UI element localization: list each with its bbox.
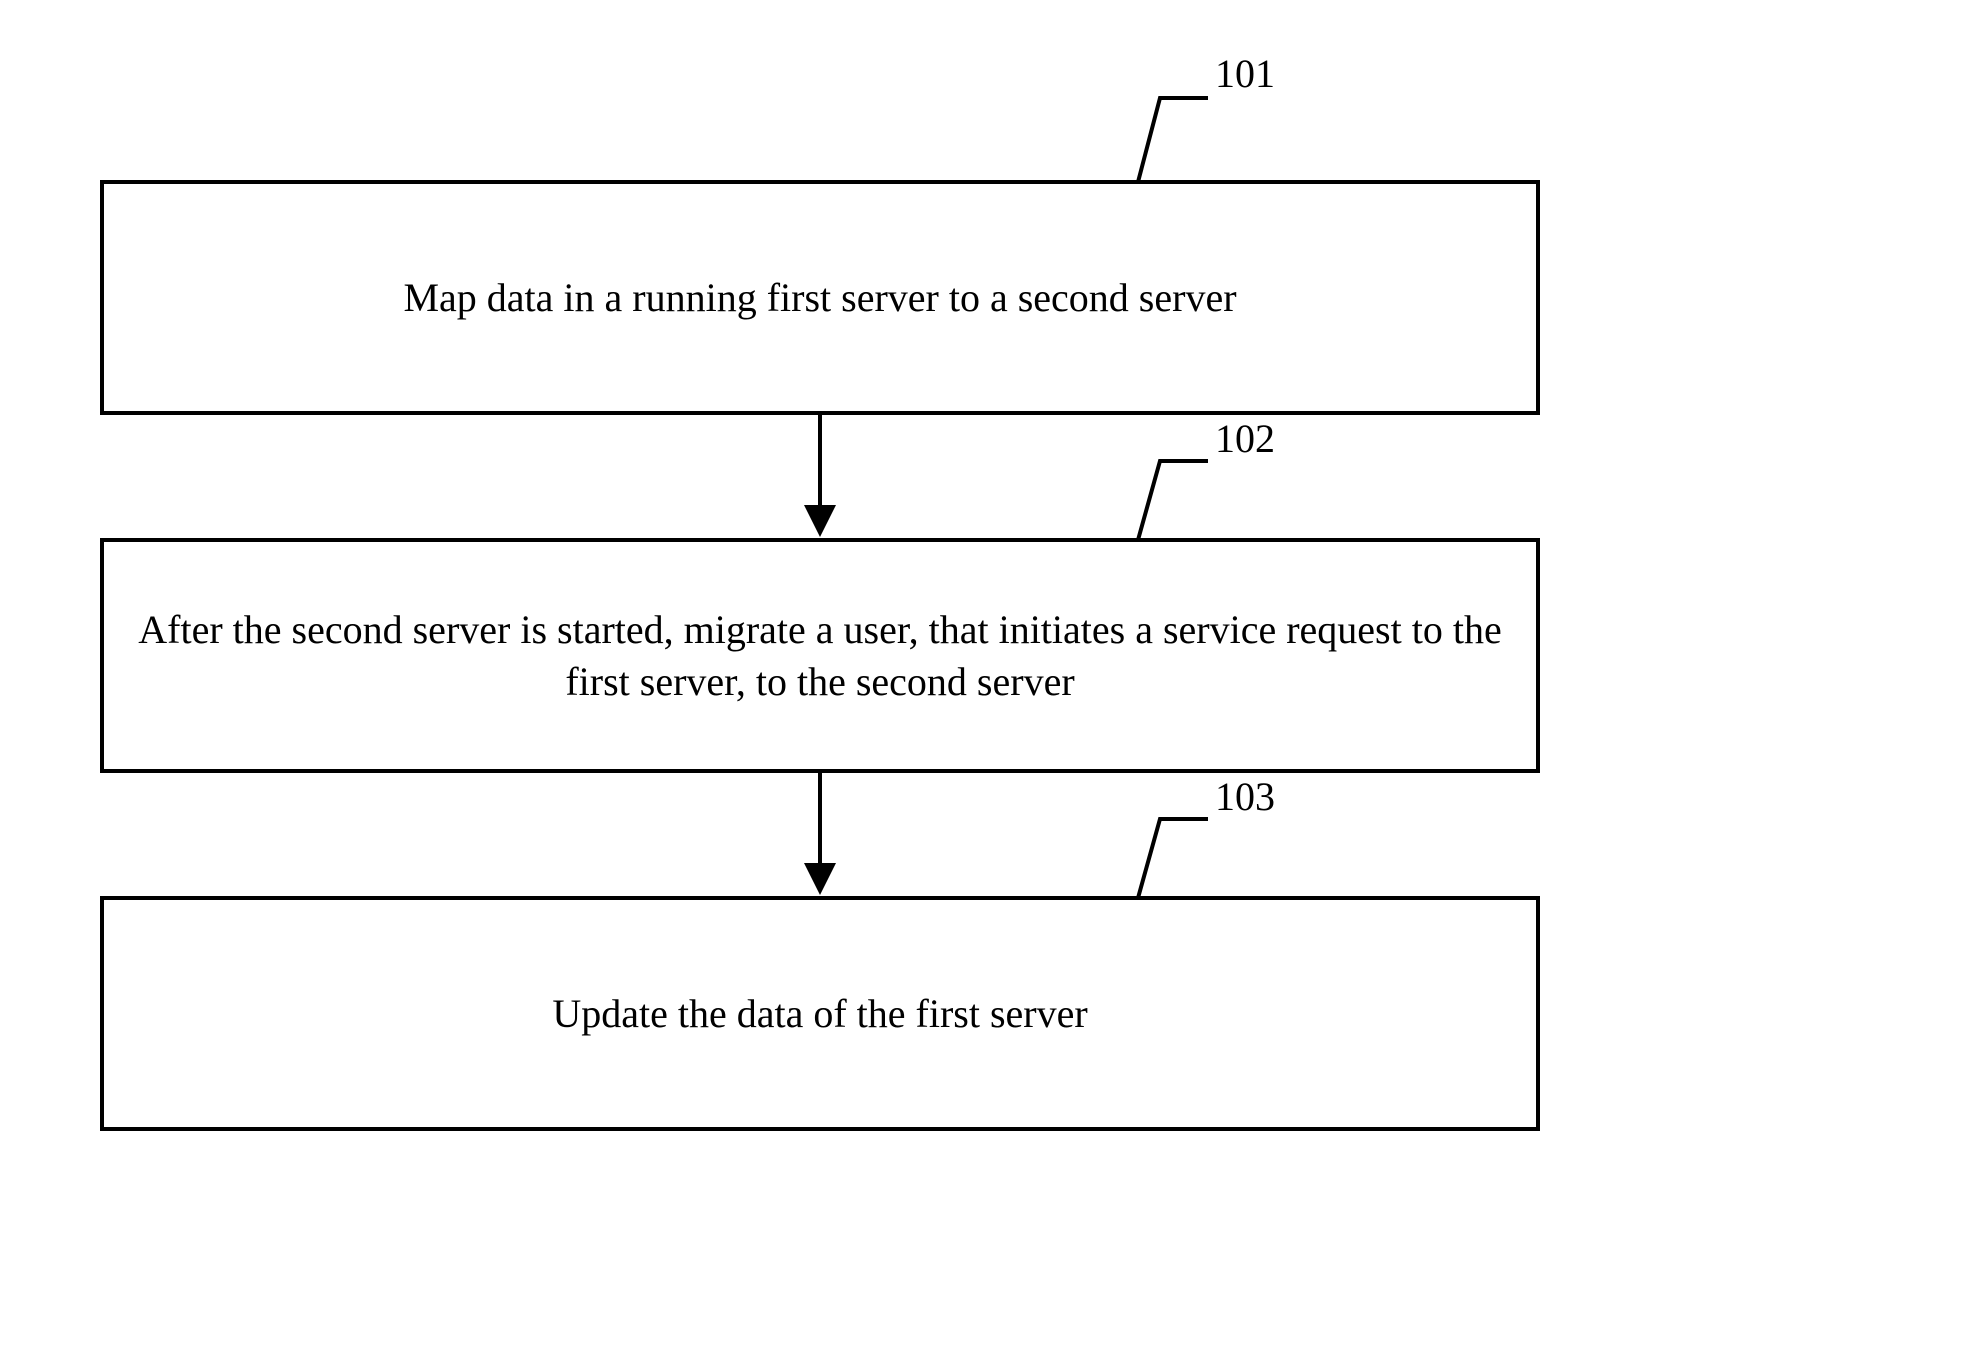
step-2-label: 102 xyxy=(1215,415,1275,462)
step-1-label: 101 xyxy=(1215,50,1275,97)
step-2-text: After the second server is started, migr… xyxy=(134,604,1506,708)
step-2-label-connector xyxy=(1135,458,1215,543)
flowchart-diagram: 101 Map data in a running first server t… xyxy=(0,0,1962,1349)
arrow-1 xyxy=(800,415,840,540)
step-3-label: 103 xyxy=(1215,773,1275,820)
arrow-2 xyxy=(800,773,840,898)
step-1-box: Map data in a running first server to a … xyxy=(100,180,1540,415)
step-3-label-connector xyxy=(1135,816,1215,901)
step-3-box: Update the data of the first server xyxy=(100,896,1540,1131)
step-2-box: After the second server is started, migr… xyxy=(100,538,1540,773)
step-1-label-connector xyxy=(1135,95,1215,185)
step-3-text: Update the data of the first server xyxy=(552,988,1087,1040)
step-1-text: Map data in a running first server to a … xyxy=(403,272,1236,324)
